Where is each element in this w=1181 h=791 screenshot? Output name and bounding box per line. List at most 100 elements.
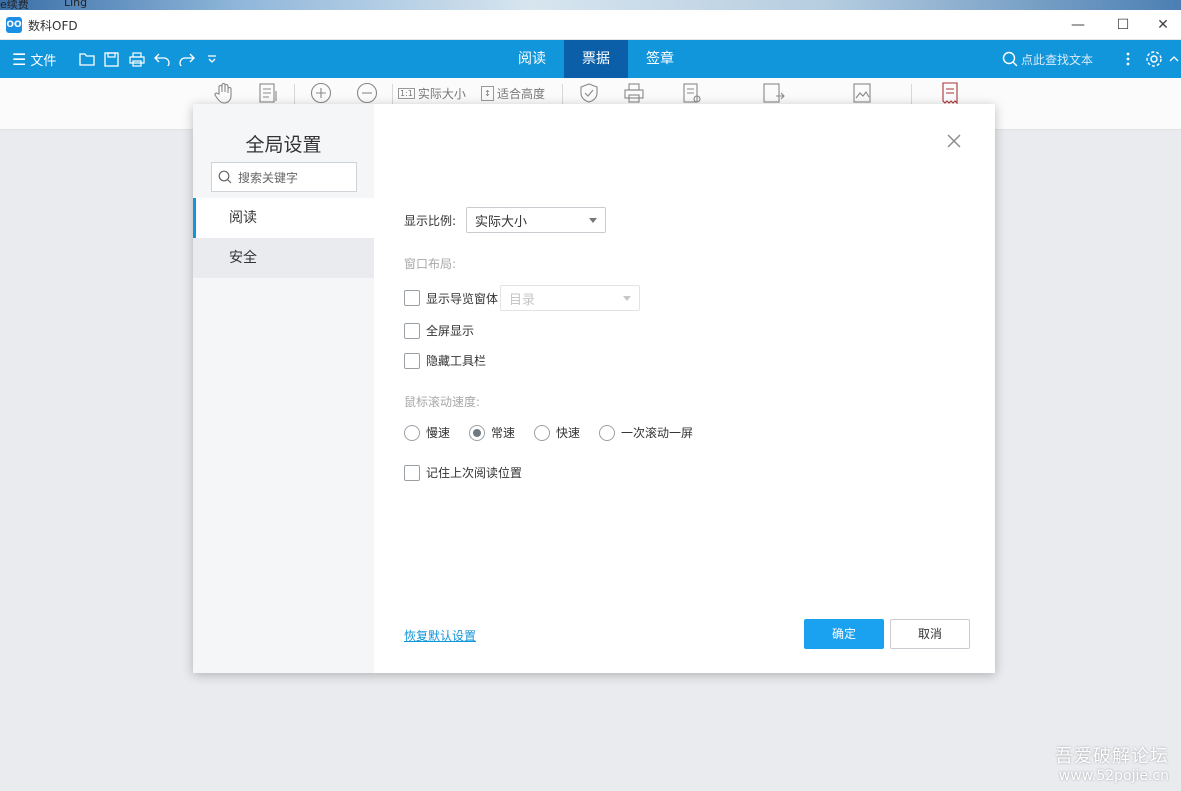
restore-defaults-link[interactable]: 恢复默认设置: [404, 627, 476, 644]
scroll-speed-page-radio[interactable]: [599, 424, 616, 441]
scroll-speed-group-label: 鼠标滚动速度:: [404, 395, 481, 409]
scroll-speed-slow-radio[interactable]: [404, 424, 420, 441]
find-text-placeholder: 点此查找文本: [1020, 52, 1093, 67]
maximize-button[interactable]: ☐: [1100, 10, 1146, 40]
watermark-line2: www.52pojie.cn: [1058, 768, 1169, 784]
title-bar: OO 数科OFD — ☐ ✕: [0, 10, 1181, 40]
find-text-search[interactable]: 点此查找文本: [1002, 51, 1093, 68]
settings-search-input[interactable]: 搜索关键字: [211, 162, 357, 192]
ok-button[interactable]: 确定: [804, 619, 884, 649]
desktop-text-center: Ling: [64, 0, 88, 9]
scroll-speed-page-option[interactable]: 一次滚动一屏: [599, 424, 693, 441]
actual-size-icon: 1:1: [398, 87, 415, 99]
toolbar-divider: [911, 84, 912, 104]
zoom-out-icon[interactable]: [356, 82, 378, 104]
chevron-down-icon: [623, 295, 632, 301]
main-tabs: 阅读 票据 签章: [500, 40, 692, 78]
scroll-speed-fast-radio[interactable]: [534, 424, 551, 441]
chevron-down-icon: [589, 217, 598, 223]
scroll-speed-fast-option[interactable]: 快速: [534, 424, 580, 441]
export-image-icon[interactable]: [852, 82, 876, 104]
scroll-speed-slow-label: 慢速: [426, 426, 451, 440]
settings-sidebar: 全局设置 搜索关键字 阅读 安全: [193, 104, 374, 673]
hide-toolbar-label: 隐藏工具栏: [426, 354, 487, 368]
show-nav-pane-label: 显示导览窗体: [426, 291, 499, 306]
fullscreen-label: 全屏显示: [426, 324, 475, 338]
menu-left-group: ☰ 文件: [12, 40, 224, 78]
window-layout-group-label: 窗口布局:: [404, 257, 457, 271]
fit-height-label: 适合高度: [497, 86, 546, 101]
tab-read[interactable]: 阅读: [500, 40, 564, 78]
search-icon: [218, 170, 232, 184]
export-pdf-icon[interactable]: [762, 82, 786, 104]
settings-gear-icon[interactable]: [1141, 40, 1167, 78]
sidebar-item-read[interactable]: 阅读: [193, 198, 374, 238]
save-icon[interactable]: [99, 40, 124, 78]
show-nav-pane-row: 显示导览窗体 目录: [404, 285, 641, 311]
global-settings-dialog: 全局设置 搜索关键字 阅读 安全 显示比例: 实际大小 窗口布局: 显示导览窗体…: [193, 104, 995, 673]
close-icon[interactable]: [943, 130, 965, 152]
hide-toolbar-checkbox[interactable]: [404, 352, 420, 369]
cancel-button[interactable]: 取消: [890, 619, 970, 649]
menu-right-group: 点此查找文本: [1002, 40, 1181, 78]
fit-height-button[interactable]: ↕ 适合高度: [481, 82, 545, 104]
open-folder-icon[interactable]: [74, 40, 99, 78]
show-nav-pane-checkbox[interactable]: [404, 290, 420, 306]
sidebar-item-security[interactable]: 安全: [193, 238, 374, 278]
dialog-title: 全局设置: [245, 134, 322, 156]
display-ratio-select[interactable]: 实际大小: [466, 207, 607, 233]
redo-icon[interactable]: [174, 40, 199, 78]
tab-invoice[interactable]: 票据: [564, 40, 628, 78]
print-tool-icon[interactable]: [623, 82, 645, 104]
remember-position-row: 记住上次阅读位置: [404, 464, 522, 481]
select-text-icon[interactable]: [258, 82, 280, 104]
customize-dropdown-icon[interactable]: [199, 40, 224, 78]
toolbar-divider: [294, 84, 295, 104]
hide-toolbar-row: 隐藏工具栏: [404, 352, 486, 369]
remember-position-label: 记住上次阅读位置: [426, 466, 523, 480]
settings-search-placeholder: 搜索关键字: [238, 170, 299, 185]
fullscreen-row: 全屏显示: [404, 322, 474, 339]
hamburger-icon: ☰: [12, 49, 27, 69]
display-ratio-value: 实际大小: [475, 214, 528, 230]
watermark-line1: 吾爱破解论坛: [1055, 746, 1169, 767]
tab-signature[interactable]: 签章: [628, 40, 692, 78]
remember-position-checkbox[interactable]: [404, 464, 420, 481]
scroll-speed-slow-option[interactable]: 慢速: [404, 424, 450, 441]
app-icon: OO: [6, 17, 22, 33]
nav-pane-select-value: 目录: [509, 292, 536, 308]
file-menu-label: 文件: [30, 53, 57, 69]
undo-icon[interactable]: [149, 40, 174, 78]
menu-bar: ☰ 文件 阅读 票据 签章 点此查找文本: [0, 40, 1181, 78]
file-menu-button[interactable]: ☰ 文件: [12, 50, 56, 69]
scroll-speed-options: 慢速 常速 快速 一次滚动一屏: [404, 424, 712, 441]
desktop-text-left: e续费: [0, 0, 29, 10]
collapse-chevron-icon[interactable]: [1167, 40, 1181, 78]
app-title: 数科OFD: [28, 19, 78, 33]
actual-size-label: 实际大小: [417, 86, 466, 101]
scroll-speed-fast-label: 快速: [556, 426, 581, 440]
fit-height-icon: ↕: [481, 85, 494, 101]
scroll-speed-normal-radio[interactable]: [469, 424, 486, 441]
display-ratio-row: 显示比例: 实际大小: [404, 207, 607, 233]
fullscreen-checkbox[interactable]: [404, 322, 420, 339]
document-properties-icon[interactable]: [682, 82, 702, 104]
actual-size-button[interactable]: 1:1 实际大小: [398, 82, 466, 104]
search-icon: [1002, 51, 1018, 67]
close-window-button[interactable]: ✕: [1145, 10, 1181, 40]
print-icon[interactable]: [124, 40, 149, 78]
invoice-icon[interactable]: [940, 82, 960, 104]
minimize-button[interactable]: —: [1055, 10, 1101, 40]
desktop-background: e续费 Ling: [0, 0, 1181, 10]
more-options-icon[interactable]: [1115, 40, 1141, 78]
scroll-speed-normal-option[interactable]: 常速: [469, 424, 515, 441]
site-watermark: 吾爱破解论坛 www.52pojie.cn: [1055, 742, 1169, 784]
verify-shield-icon[interactable]: [578, 82, 600, 104]
scroll-speed-page-label: 一次滚动一屏: [621, 426, 694, 440]
display-ratio-label: 显示比例:: [404, 213, 457, 228]
zoom-in-icon[interactable]: [310, 82, 332, 104]
hand-tool-icon[interactable]: [214, 82, 234, 104]
toolbar-divider: [392, 84, 393, 104]
toolbar-divider: [562, 84, 563, 104]
nav-pane-select: 目录: [500, 285, 641, 311]
